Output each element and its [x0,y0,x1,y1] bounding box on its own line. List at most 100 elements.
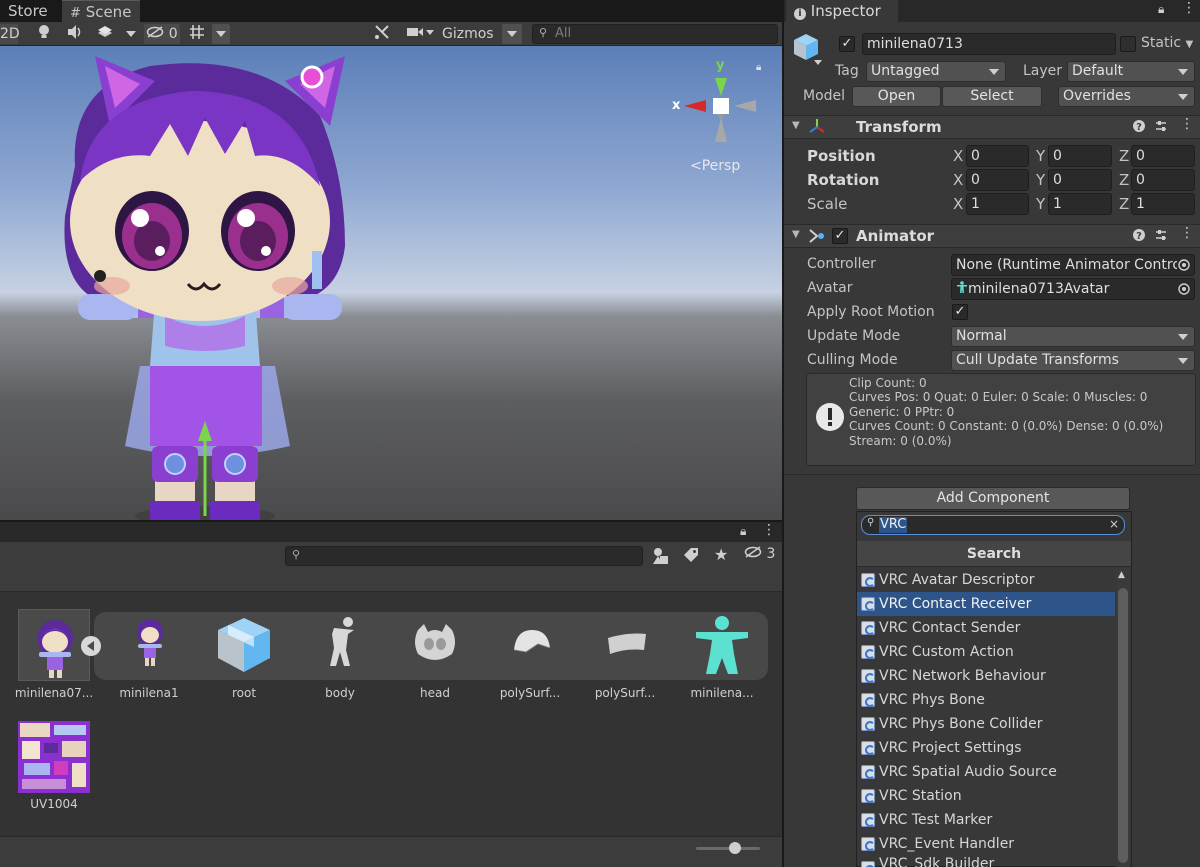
filter-by-label-icon[interactable] [682,547,700,569]
grid-dropdown-icon[interactable] [212,24,230,44]
gizmos-toggle[interactable]: Gizmos [442,24,502,44]
asset-tile-minilena1[interactable] [124,614,176,674]
rotation-y-label[interactable]: Y [1036,171,1045,189]
inspector-menu-icon[interactable]: ⋮ [1182,0,1196,16]
tab-scene[interactable]: # Scene [62,0,140,22]
list-item[interactable]: VRC Project Settings [857,736,1115,760]
asset-tile-polysurface1[interactable] [508,626,554,656]
prefab-object-icon[interactable] [792,32,822,66]
asset-tile-body[interactable] [318,614,362,674]
favorite-star-icon[interactable]: ★ [714,545,728,564]
foldout-arrow-icon[interactable]: ▼ [792,120,800,131]
list-item[interactable]: VRC Contact Receiver [857,592,1115,616]
controller-field[interactable]: None (Runtime Animator Control [951,254,1195,276]
list-item[interactable]: VRC Test Marker [857,808,1115,832]
zoom-slider-track[interactable] [696,847,760,850]
presets-icon[interactable] [1154,227,1168,246]
position-y-label[interactable]: Y [1036,147,1045,165]
scale-x-label[interactable]: X [953,195,963,213]
rotation-z-label[interactable]: Z [1119,171,1129,189]
effects-toggle-icon[interactable] [94,24,116,44]
scale-y-label[interactable]: Y [1036,195,1045,213]
panel-menu-icon[interactable]: ⋮ [762,522,776,538]
component-search-input[interactable]: ⚲ VRC × [861,515,1125,535]
position-x-label[interactable]: X [953,147,963,165]
foldout-arrow-icon[interactable]: ▼ [792,229,800,240]
list-item[interactable]: VRC_Sdk Builder [857,856,1115,867]
scene-search-box[interactable]: ⚲ All [532,24,778,44]
scroll-up-icon[interactable]: ▲ [1118,570,1125,580]
panel-lock-icon[interactable]: 🔒︎ [740,524,746,539]
asset-tile-avatar[interactable] [690,614,754,676]
lighting-toggle-icon[interactable] [34,24,54,44]
animator-header[interactable]: ▼ ✓ Animator ? ⋮ [784,224,1200,248]
layer-dropdown[interactable]: Default [1067,61,1195,82]
asset-tile-polysurface2[interactable] [604,630,650,656]
position-z-field[interactable]: 0 [1131,145,1195,167]
filter-by-type-icon[interactable] [652,547,670,569]
list-item[interactable]: VRC_Event Handler [857,832,1115,856]
avatar-field[interactable]: minilena0713Avatar [951,278,1195,300]
help-icon[interactable]: ? [1132,118,1145,133]
project-search-box[interactable]: ⚲ [285,546,643,566]
grid-toggle-icon[interactable] [186,24,208,44]
gizmos-dropdown-icon[interactable] [502,24,522,44]
list-item[interactable]: VRC Avatar Descriptor [857,568,1115,592]
camera-dropdown[interactable] [402,24,438,44]
component-menu-icon[interactable]: ⋮ [1180,225,1194,241]
transform-header[interactable]: ▼ Transform ? ⋮ [784,115,1200,139]
list-item[interactable]: VRC Network Behaviour [857,664,1115,688]
object-active-checkbox[interactable]: ✓ [839,36,855,52]
scale-y-field[interactable]: 1 [1048,193,1112,215]
tab-store[interactable]: Store [0,0,56,22]
add-component-button[interactable]: Add Component [856,487,1130,510]
object-picker-icon[interactable] [1177,282,1191,296]
static-dropdown[interactable]: Static ▼ [1141,35,1193,51]
position-x-field[interactable]: 0 [966,145,1029,167]
asset-tile-uv1004[interactable] [18,721,90,793]
collapse-arrow-icon[interactable] [81,636,101,656]
lock-icon[interactable]: 🔒︎ [756,62,761,73]
asset-tile-minilena0713[interactable] [18,609,90,681]
position-y-field[interactable]: 0 [1048,145,1112,167]
projection-toggle[interactable]: <Persp [690,158,740,174]
object-name-field[interactable]: minilena0713 [862,33,1116,55]
list-item[interactable]: VRC Station [857,784,1115,808]
tab-inspector[interactable]: i Inspector [786,0,898,22]
culling-mode-dropdown[interactable]: Cull Update Transforms [951,350,1195,371]
scene-visibility-toggle[interactable]: 0 [144,24,180,44]
list-item[interactable]: VRC Custom Action [857,640,1115,664]
static-checkbox[interactable] [1120,36,1136,52]
apply-root-motion-checkbox[interactable]: ✓ [952,304,968,320]
help-icon[interactable]: ? [1132,227,1146,246]
object-picker-icon[interactable] [1177,258,1191,272]
list-item[interactable]: VRC Contact Sender [857,616,1115,640]
rotation-x-field[interactable]: 0 [966,169,1029,191]
rotation-x-label[interactable]: X [953,171,963,189]
orientation-gizmo[interactable] [668,60,758,146]
scale-z-field[interactable]: 1 [1131,193,1195,215]
scale-x-field[interactable]: 1 [966,193,1029,215]
popup-scrollbar-thumb[interactable] [1118,588,1128,863]
update-mode-dropdown[interactable]: Normal [951,326,1195,347]
tools-icon[interactable] [370,24,394,44]
open-button[interactable]: Open [852,86,941,107]
select-button[interactable]: Select [942,86,1042,107]
presets-icon[interactable] [1154,118,1168,137]
list-item[interactable]: VRC Phys Bone Collider [857,712,1115,736]
project-visibility-toggle[interactable]: 3 [744,546,780,566]
overrides-dropdown[interactable]: Overrides [1058,86,1195,107]
tag-dropdown[interactable]: Untagged [866,61,1006,82]
zoom-slider-thumb[interactable] [729,842,741,854]
inspector-lock-icon[interactable]: 🔒︎ [1158,2,1164,17]
list-item[interactable]: VRC Spatial Audio Source [857,760,1115,784]
asset-tile-head[interactable] [412,622,458,664]
asset-tile-root[interactable] [214,614,274,674]
rotation-z-field[interactable]: 0 [1131,169,1195,191]
position-z-label[interactable]: Z [1119,147,1129,165]
audio-toggle-icon[interactable] [64,24,86,44]
list-item[interactable]: VRC Phys Bone [857,688,1115,712]
rotation-y-field[interactable]: 0 [1048,169,1112,191]
component-menu-icon[interactable]: ⋮ [1180,116,1194,132]
scale-z-label[interactable]: Z [1119,195,1129,213]
